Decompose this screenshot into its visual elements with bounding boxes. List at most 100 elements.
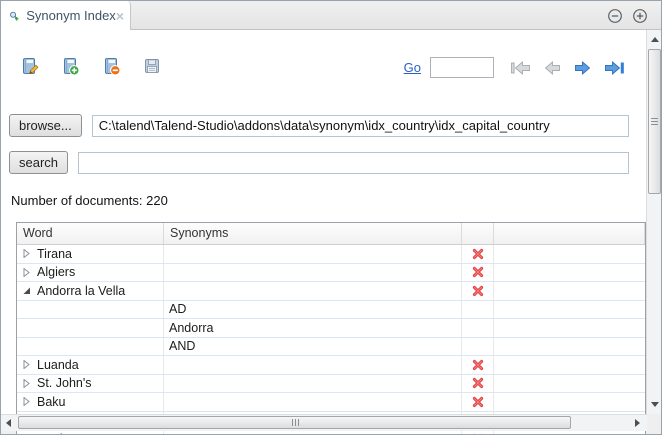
synonym-cell[interactable]: AND <box>164 338 462 356</box>
minimize-view-icon[interactable] <box>607 8 623 24</box>
word-cell[interactable] <box>17 319 164 337</box>
synonym-cell[interactable] <box>164 375 462 393</box>
table-row[interactable]: Tirana <box>17 245 645 264</box>
expand-collapsed-icon[interactable] <box>22 379 31 388</box>
expand-collapsed-icon[interactable] <box>22 397 31 406</box>
go-page-input[interactable] <box>430 57 494 78</box>
go-link[interactable]: Go <box>404 60 421 75</box>
synonym-index-icon <box>9 8 19 24</box>
word-cell[interactable]: Andorra la Vella <box>17 282 164 300</box>
word-cell-text: Andorra la Vella <box>37 284 125 298</box>
thumb-grip <box>651 118 658 126</box>
extra-cell <box>494 338 645 356</box>
scroll-left-icon[interactable] <box>6 419 11 427</box>
expand-collapsed-icon[interactable] <box>22 360 31 369</box>
next-page-icon[interactable] <box>574 61 591 75</box>
tab-close-icon[interactable]: × <box>116 9 124 23</box>
horizontal-scrollbar[interactable] <box>1 414 647 431</box>
synonym-cell[interactable]: AD <box>164 301 462 319</box>
document-count-label: Number of documents: <box>11 193 143 208</box>
last-page-icon[interactable] <box>604 61 625 75</box>
delete-cell <box>462 301 494 319</box>
delete-cell <box>462 375 494 393</box>
word-cell[interactable]: Baku <box>17 393 164 411</box>
tab-title: Synonym Index <box>26 8 116 23</box>
extra-cell <box>494 245 645 263</box>
expand-collapsed-icon[interactable] <box>22 268 31 277</box>
synonym-cell-text: AND <box>169 339 195 353</box>
first-page-icon[interactable] <box>510 61 531 75</box>
table-row[interactable]: St. John's <box>17 375 645 394</box>
table-body: Tirana Algiers <box>17 245 645 435</box>
word-cell-text: Luanda <box>37 358 79 372</box>
column-header-word[interactable]: Word <box>17 223 164 244</box>
scroll-up-icon[interactable] <box>651 37 659 42</box>
synonym-cell[interactable] <box>164 356 462 374</box>
word-cell-text: Algiers <box>37 265 75 279</box>
word-cell[interactable] <box>17 301 164 319</box>
delete-row-icon[interactable] <box>472 359 484 371</box>
extra-cell <box>494 301 645 319</box>
synonym-cell[interactable] <box>164 282 462 300</box>
synonym-cell-text: AD <box>169 302 186 316</box>
synonym-table: Word Synonyms Tirana <box>16 222 646 435</box>
word-cell[interactable]: Luanda <box>17 356 164 374</box>
browse-button[interactable]: browse... <box>9 114 82 137</box>
table-row[interactable]: Andorra la Vella <box>17 282 645 301</box>
synonym-cell[interactable]: Andorra <box>164 319 462 337</box>
word-cell[interactable]: St. John's <box>17 375 164 393</box>
pagination-area: Go <box>404 57 625 78</box>
vertical-scrollbar[interactable] <box>646 30 662 414</box>
delete-cell <box>462 356 494 374</box>
table-row[interactable]: Algiers <box>17 264 645 283</box>
search-input[interactable] <box>78 152 629 174</box>
index-path-row: browse... <box>9 114 629 137</box>
synonym-cell[interactable] <box>164 393 462 411</box>
previous-page-icon[interactable] <box>544 61 561 75</box>
word-cell[interactable] <box>17 338 164 356</box>
delete-cell <box>462 282 494 300</box>
thumb-grip <box>292 419 300 426</box>
scroll-right-icon[interactable] <box>635 419 640 427</box>
table-row[interactable]: Andorra <box>17 319 645 338</box>
word-cell-text: Baku <box>37 395 66 409</box>
table-row[interactable]: AD <box>17 301 645 320</box>
expand-expanded-icon[interactable] <box>22 286 31 295</box>
delete-row-icon[interactable] <box>472 285 484 297</box>
extra-cell <box>494 393 645 411</box>
word-cell-text: Tirana <box>37 247 72 261</box>
table-row[interactable]: Baku <box>17 393 645 412</box>
tab-synonym-index[interactable]: Synonym Index × <box>1 1 131 30</box>
delete-row-icon[interactable] <box>472 248 484 260</box>
expand-collapsed-icon[interactable] <box>22 249 31 258</box>
table-row[interactable]: AND <box>17 338 645 357</box>
delete-cell <box>462 393 494 411</box>
extra-cell <box>494 319 645 337</box>
maximize-view-icon[interactable] <box>632 8 648 24</box>
scroll-down-icon[interactable] <box>651 402 659 407</box>
delete-row-icon[interactable] <box>472 396 484 408</box>
index-path-input[interactable] <box>92 115 629 137</box>
table-header: Word Synonyms <box>17 223 645 245</box>
delete-row-icon[interactable] <box>472 377 484 389</box>
save-icon[interactable] <box>142 56 162 76</box>
delete-row-icon[interactable] <box>472 266 484 278</box>
document-count: Number of documents: 220 <box>11 193 168 208</box>
vertical-scrollbar-thumb[interactable] <box>648 49 661 194</box>
word-cell[interactable]: Algiers <box>17 264 164 282</box>
search-row: search <box>9 151 629 174</box>
remove-document-icon[interactable] <box>101 56 121 76</box>
synonym-cell[interactable] <box>164 264 462 282</box>
word-cell[interactable]: Tirana <box>17 245 164 263</box>
horizontal-scrollbar-thumb[interactable] <box>18 416 571 429</box>
edit-index-icon[interactable] <box>19 56 39 76</box>
column-header-synonyms[interactable]: Synonyms <box>164 223 462 244</box>
synonym-cell[interactable] <box>164 245 462 263</box>
table-row[interactable]: Luanda <box>17 356 645 375</box>
add-document-icon[interactable] <box>60 56 80 76</box>
search-button[interactable]: search <box>9 151 68 174</box>
editor-content: Go browse... <box>1 30 647 414</box>
delete-cell <box>462 245 494 263</box>
extra-cell <box>494 264 645 282</box>
column-header-delete[interactable] <box>462 223 494 244</box>
